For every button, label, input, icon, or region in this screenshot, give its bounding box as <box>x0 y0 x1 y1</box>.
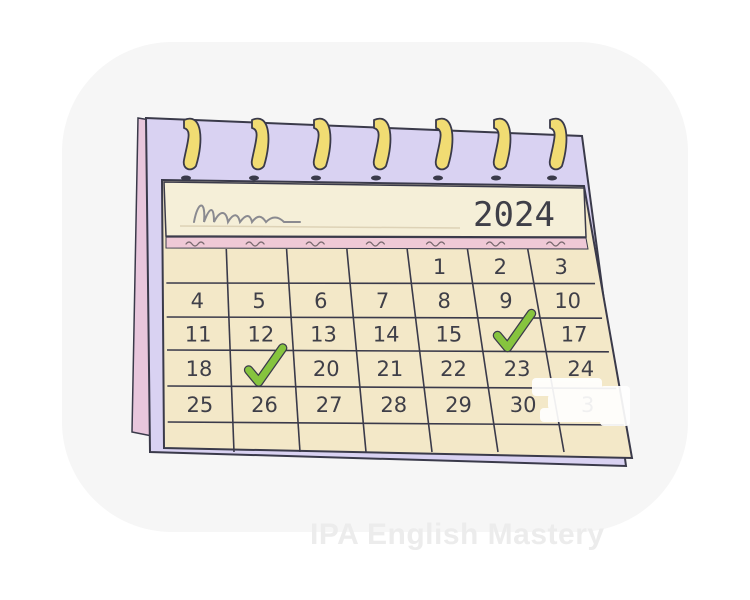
day-number-18: 18 <box>186 357 213 381</box>
day-number-29: 29 <box>445 393 472 417</box>
day-number-22: 22 <box>440 357 467 381</box>
day-number-5: 5 <box>252 289 265 313</box>
day-number-23: 23 <box>504 357 531 381</box>
ring-hole-5 <box>433 175 443 181</box>
year-label: 2024 <box>473 195 555 235</box>
day-number-13: 13 <box>310 323 337 347</box>
day-number-11: 11 <box>185 323 212 347</box>
day-number-4: 4 <box>191 289 204 313</box>
day-number-20: 20 <box>313 357 340 381</box>
day-number-17: 17 <box>561 323 588 347</box>
day-number-25: 25 <box>186 393 213 417</box>
ring-hole-7 <box>547 175 557 181</box>
ring-hole-4 <box>371 175 381 181</box>
ring-hole-6 <box>491 175 501 181</box>
day-number-15: 15 <box>435 323 462 347</box>
day-number-8: 8 <box>438 289 451 313</box>
day-number-21: 21 <box>377 357 404 381</box>
ring-hole-1 <box>181 175 191 181</box>
day-number-12: 12 <box>247 323 274 347</box>
weekday-strip <box>165 236 589 250</box>
day-number-30: 30 <box>510 393 537 417</box>
ring-hole-2 <box>249 175 259 181</box>
watermark-text: IPA English Mastery <box>310 518 605 551</box>
day-number-14: 14 <box>373 323 400 347</box>
ring-hole-3 <box>311 175 321 181</box>
day-number-10: 10 <box>554 289 581 313</box>
day-number-28: 28 <box>380 393 407 417</box>
day-number-1: 1 <box>433 255 446 279</box>
day-number-3: 3 <box>554 255 567 279</box>
day-number-9: 9 <box>499 289 512 313</box>
calendar-illustration: 2024 1 2 34 5 6 7 8 9 1011 12 13 14 15 1718 20 21 22 23 24… <box>62 42 688 532</box>
day-number-7: 7 <box>376 289 389 313</box>
day-number-27: 27 <box>316 393 343 417</box>
day-number-26: 26 <box>251 393 278 417</box>
day-number-2: 2 <box>494 255 507 279</box>
day-number-24: 24 <box>567 357 594 381</box>
day-number-6: 6 <box>314 289 327 313</box>
